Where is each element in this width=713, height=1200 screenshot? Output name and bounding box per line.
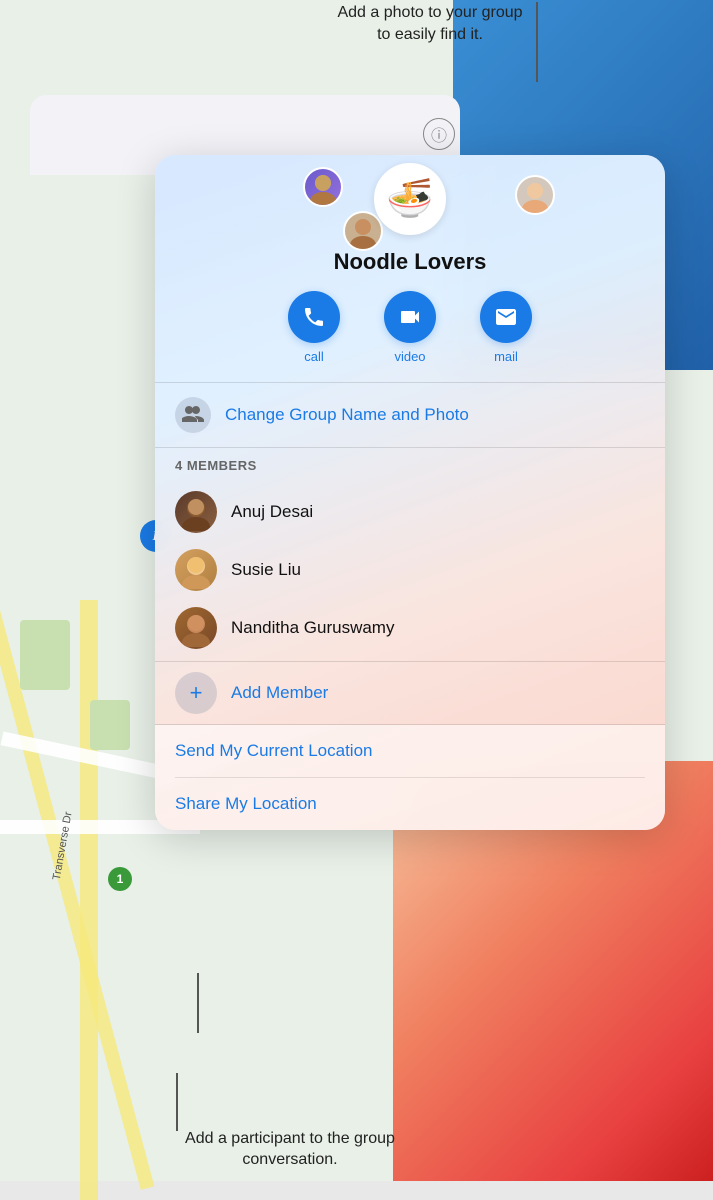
members-section: 4 MEMBERS Anuj Desai Susie Liu Nanditha … <box>155 448 665 661</box>
group-name: Noodle Lovers <box>155 245 665 291</box>
member-row: Anuj Desai <box>175 483 645 541</box>
member-row: Susie Liu <box>175 541 645 599</box>
avatars-row: 🍜 <box>155 155 665 245</box>
sheet-arrow <box>396 155 424 156</box>
share-location-label: Share My Location <box>175 794 317 813</box>
map-park <box>20 620 70 690</box>
member-row: Nanditha Guruswamy <box>175 599 645 657</box>
contact-sheet: 🍜 Noodle Lovers call v <box>155 155 665 830</box>
change-group-label: Change Group Name and Photo <box>225 405 469 425</box>
send-location-row[interactable]: Send My Current Location <box>155 725 665 777</box>
mail-action[interactable]: mail <box>480 291 532 364</box>
mail-button-circle <box>480 291 532 343</box>
call-action[interactable]: call <box>288 291 340 364</box>
action-buttons-row: call video mail <box>155 291 665 382</box>
video-action[interactable]: video <box>384 291 436 364</box>
mail-label: mail <box>494 349 518 364</box>
map-badge: 1 <box>108 867 132 891</box>
annotation-top: Add a photo to your group to easily find… <box>330 2 530 45</box>
call-button-circle <box>288 291 340 343</box>
annotation-line <box>197 973 199 1033</box>
map-road <box>80 600 98 1200</box>
member-name-3: Nanditha Guruswamy <box>231 618 394 638</box>
call-label: call <box>304 349 324 364</box>
map-park <box>90 700 130 750</box>
add-member-label: Add Member <box>231 683 328 703</box>
change-group-row[interactable]: Change Group Name and Photo <box>155 383 665 447</box>
video-button-circle <box>384 291 436 343</box>
members-header: 4 MEMBERS <box>175 458 645 483</box>
annotation-bottom: Add a participant to the group conversat… <box>180 1128 400 1171</box>
send-location-label: Send My Current Location <box>175 741 373 760</box>
info-button[interactable]: ⓘ <box>423 118 455 150</box>
share-location-row[interactable]: Share My Location <box>155 778 665 830</box>
change-group-icon <box>175 397 211 433</box>
map-road <box>0 510 154 1190</box>
avatar-member-3 <box>515 175 555 215</box>
member-avatar-2 <box>175 549 217 591</box>
member-avatar-3 <box>175 607 217 649</box>
member-avatar-1 <box>175 491 217 533</box>
avatar-member-1 <box>303 167 343 207</box>
member-name-2: Susie Liu <box>231 560 301 580</box>
member-name-1: Anuj Desai <box>231 502 313 522</box>
group-avatar[interactable]: 🍜 <box>374 163 446 235</box>
add-member-row[interactable]: + Add Member <box>155 662 665 724</box>
location-section: Send My Current Location Share My Locati… <box>155 725 665 830</box>
add-member-icon: + <box>175 672 217 714</box>
video-label: video <box>394 349 425 364</box>
avatar-member-4 <box>343 211 383 251</box>
